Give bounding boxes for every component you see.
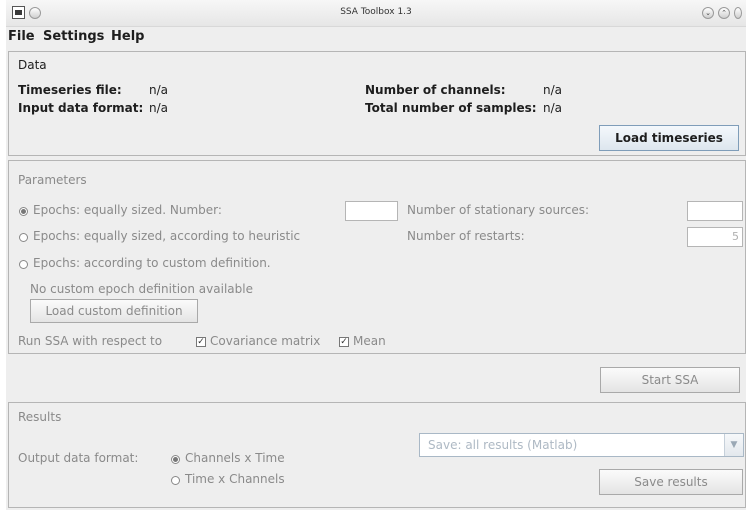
- samples-label: Total number of samples:: [365, 101, 537, 115]
- results-section-title: Results: [18, 410, 62, 424]
- close-icon[interactable]: [734, 7, 742, 19]
- timeseries-file-label: Timeseries file:: [18, 83, 122, 97]
- minimize-icon[interactable]: ⌄: [702, 7, 714, 19]
- parameters-panel: Parameters Epochs: equally sized. Number…: [8, 160, 746, 354]
- channels-label: Number of channels:: [365, 83, 506, 97]
- channels-x-time-label: Channels x Time: [185, 451, 285, 465]
- timeseries-file-value: n/a: [149, 83, 169, 97]
- channels-x-time-radio[interactable]: [171, 455, 180, 464]
- stationary-sources-input[interactable]: [687, 201, 743, 221]
- results-panel: Results Output data format: Channels x T…: [8, 402, 746, 508]
- window-title: SSA Toolbox 1.3: [340, 7, 412, 17]
- title-bar: SSA Toolbox 1.3 ⌄ ⌃: [6, 0, 746, 27]
- epochs-equal-number-label: Epochs: equally sized. Number:: [33, 203, 222, 217]
- mean-label: Mean: [353, 334, 386, 348]
- epochs-custom-radio[interactable]: [19, 260, 28, 269]
- epochs-custom-label: Epochs: according to custom definition.: [33, 256, 271, 270]
- parameters-section-title: Parameters: [18, 173, 87, 187]
- restarts-label: Number of restarts:: [407, 229, 525, 243]
- covariance-label: Covariance matrix: [210, 334, 321, 348]
- epochs-number-input[interactable]: [345, 201, 398, 221]
- menu-file[interactable]: File: [8, 29, 35, 44]
- start-ssa-button[interactable]: Start SSA: [600, 367, 740, 393]
- save-format-dropdown[interactable]: Save: all results (Matlab) ▼: [419, 433, 744, 457]
- covariance-checkbox[interactable]: ✓: [196, 337, 206, 347]
- run-ssa-label: Run SSA with respect to: [18, 334, 163, 348]
- epochs-heuristic-label: Epochs: equally sized, according to heur…: [33, 229, 301, 243]
- app-window: SSA Toolbox 1.3 ⌄ ⌃ File Settings Help D…: [6, 0, 746, 510]
- restarts-input[interactable]: 5: [687, 227, 743, 247]
- data-section-title: Data: [18, 58, 47, 72]
- time-x-channels-radio[interactable]: [171, 476, 180, 485]
- stationary-sources-label: Number of stationary sources:: [407, 203, 590, 217]
- menu-settings[interactable]: Settings: [43, 29, 104, 44]
- epochs-heuristic-radio[interactable]: [19, 233, 28, 242]
- maximize-icon[interactable]: ⌃: [718, 7, 730, 19]
- menu-help[interactable]: Help: [111, 29, 144, 44]
- output-format-label: Output data format:: [18, 451, 139, 465]
- save-results-button[interactable]: Save results: [599, 469, 743, 495]
- load-custom-definition-button[interactable]: Load custom definition: [30, 299, 198, 323]
- input-format-label: Input data format:: [18, 101, 144, 115]
- chevron-down-icon[interactable]: ▼: [724, 434, 743, 456]
- samples-value: n/a: [543, 101, 563, 115]
- menu-bar: File Settings Help: [6, 26, 746, 46]
- channels-value: n/a: [543, 83, 563, 97]
- data-panel: Data Timeseries file: n/a Input data for…: [8, 51, 746, 156]
- save-format-selected: Save: all results (Matlab): [428, 438, 578, 452]
- no-custom-definition-text: No custom epoch definition available: [30, 282, 253, 296]
- epochs-equal-number-radio[interactable]: [19, 207, 28, 216]
- time-x-channels-label: Time x Channels: [185, 472, 285, 486]
- input-format-value: n/a: [149, 101, 169, 115]
- mean-checkbox[interactable]: ✓: [339, 337, 349, 347]
- load-timeseries-button[interactable]: Load timeseries: [599, 125, 739, 151]
